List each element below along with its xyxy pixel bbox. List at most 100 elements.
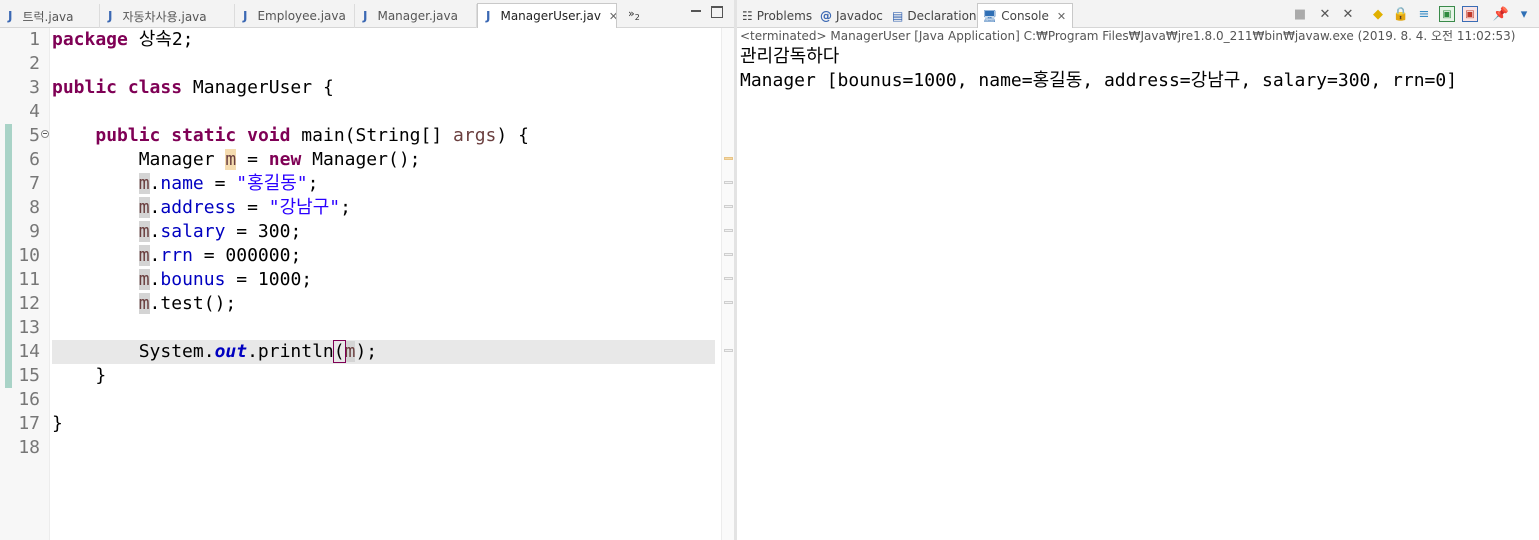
local-variable: m [225, 149, 237, 170]
java-file-icon: J [486, 9, 491, 23]
code-text: Manager(); [301, 149, 421, 170]
local-variable: m [138, 197, 150, 218]
code-line-close-method: } [52, 364, 106, 388]
string-literal: "홍길동" [236, 173, 308, 194]
tab-car-usage-java[interactable]: J 자동차사용.java [100, 4, 235, 28]
terminate-icon[interactable]: ■ [1292, 6, 1308, 22]
line-number: 13 [18, 317, 40, 338]
line-number: 9 [29, 221, 40, 242]
field: address [160, 197, 237, 218]
code-text: Manager [138, 149, 226, 170]
code-text: . [149, 245, 161, 266]
line-number: 10 [18, 245, 40, 266]
overview-ruler[interactable] [721, 28, 734, 540]
code-text: } [95, 365, 107, 386]
code-text: = 000000; [192, 245, 302, 266]
javadoc-icon: @ [820, 9, 832, 23]
code-text: = 1000; [225, 269, 313, 290]
code-text: 상속2; [127, 29, 194, 50]
clear-console-icon[interactable]: ◆ [1370, 6, 1386, 22]
maximize-icon[interactable] [711, 6, 723, 18]
tab-manager-java[interactable]: J Manager.java [355, 4, 477, 28]
tab-label: ManagerUser.jav [500, 9, 601, 23]
code-text: = 300; [225, 221, 302, 242]
code-text: System. [138, 341, 215, 362]
code-line-salary: m.salary = 300; [52, 220, 301, 244]
code-text: = [236, 149, 269, 170]
tab-overflow-button[interactable]: »2 [628, 7, 640, 22]
console-tabbar: ☷ Problems @ Javadoc ▤ Declaration 🖥 Con… [737, 0, 1539, 28]
console-icon: 🖥 [982, 9, 998, 23]
occurrence-marker[interactable] [724, 277, 733, 280]
word-wrap-icon[interactable]: ≡ [1416, 6, 1432, 22]
close-tab-icon[interactable]: ✕ [1057, 10, 1066, 23]
occurrence-marker[interactable] [724, 253, 733, 256]
code-text: . [149, 221, 161, 242]
code-line-test-call: m.test(); [52, 292, 236, 316]
code-line-close-class: } [52, 412, 63, 436]
tab-label: 트럭.java [22, 9, 74, 24]
java-file-icon: J [8, 9, 13, 23]
code-text: .println [247, 341, 334, 362]
tab-javadoc[interactable]: @ Javadoc [820, 4, 883, 28]
code-text: ; [307, 173, 319, 194]
scroll-lock-icon[interactable]: 🔒 [1393, 6, 1409, 22]
console-output-line: 관리감독하다 [740, 46, 840, 67]
console-status: <terminated> ManagerUser [Java Applicati… [740, 29, 1516, 43]
occurrence-marker[interactable] [724, 229, 733, 232]
code-text: } [52, 413, 63, 434]
tab-problems[interactable]: ☷ Problems [742, 4, 812, 28]
local-variable: m [138, 293, 150, 314]
line-number: 8 [29, 197, 40, 218]
tab-declaration[interactable]: ▤ Declaration [892, 4, 977, 28]
tab-console[interactable]: 🖥 Console ✕ [977, 3, 1074, 28]
tab-label: Employee.java [257, 9, 346, 23]
occurrence-marker[interactable] [724, 301, 733, 304]
show-on-stdout-icon[interactable]: ▣ [1439, 6, 1455, 22]
tab-label: Declaration [907, 9, 977, 23]
code-line-bounus: m.bounus = 1000; [52, 268, 312, 292]
code-text: ) { [496, 125, 529, 146]
line-number: 16 [18, 389, 40, 410]
pin-console-icon[interactable]: 📌 [1493, 6, 1509, 22]
keyword: class [127, 77, 183, 98]
display-console-icon[interactable]: ▾ [1516, 6, 1532, 22]
line-number: 2 [29, 53, 40, 74]
overflow-chevron-icon: » [628, 7, 635, 20]
minimize-icon[interactable] [690, 6, 702, 18]
occurrence-marker[interactable] [724, 349, 733, 352]
fold-collapse-icon[interactable] [41, 130, 49, 138]
tab-employee-java[interactable]: J Employee.java [235, 4, 355, 28]
code-line-new-manager: Manager m = new Manager(); [52, 148, 421, 172]
close-tab-icon[interactable]: ✕ [609, 10, 616, 23]
code-line-println: System.out.println(m); [52, 340, 377, 364]
remove-all-launches-icon[interactable]: ✕ [1340, 6, 1356, 22]
editor-tabbar: J 트럭.java J 자동차사용.java J Employee.java J… [0, 0, 734, 28]
code-text: . [149, 269, 161, 290]
tab-label: Manager.java [377, 9, 458, 23]
overflow-count: 2 [634, 13, 640, 23]
tab-label: 자동차사용.java [122, 9, 207, 24]
occurrence-marker[interactable] [724, 157, 733, 160]
field: name [160, 173, 204, 194]
occurrence-marker[interactable] [724, 181, 733, 184]
occurrence-marker[interactable] [724, 205, 733, 208]
code-text: .test(); [149, 293, 237, 314]
declaration-icon: ▤ [892, 9, 904, 23]
tab-manageruser-java[interactable]: J ManagerUser.jav ✕ [477, 3, 617, 28]
tab-label: Console [1001, 9, 1049, 23]
remove-launch-icon[interactable]: ✕ [1317, 6, 1333, 22]
code-editor[interactable]: 1 2 3 4 5 6 7 8 9 10 11 12 13 14 15 16 1… [0, 28, 734, 540]
keyword: void [247, 125, 291, 146]
java-file-icon: J [363, 9, 368, 23]
code-text: main(String[] [290, 125, 454, 146]
show-on-stderr-icon[interactable]: ▣ [1462, 6, 1478, 22]
code-line-main-decl: public static void main(String[] args) { [52, 124, 529, 148]
line-number: 5 [29, 125, 40, 146]
matching-bracket: ( [332, 340, 346, 363]
line-number: 12 [18, 293, 40, 314]
local-variable: m [138, 173, 150, 194]
tab-truck-java[interactable]: J 트럭.java [0, 4, 100, 28]
console-pane: ☷ Problems @ Javadoc ▤ Declaration 🖥 Con… [737, 0, 1539, 540]
line-number: 15 [18, 365, 40, 386]
